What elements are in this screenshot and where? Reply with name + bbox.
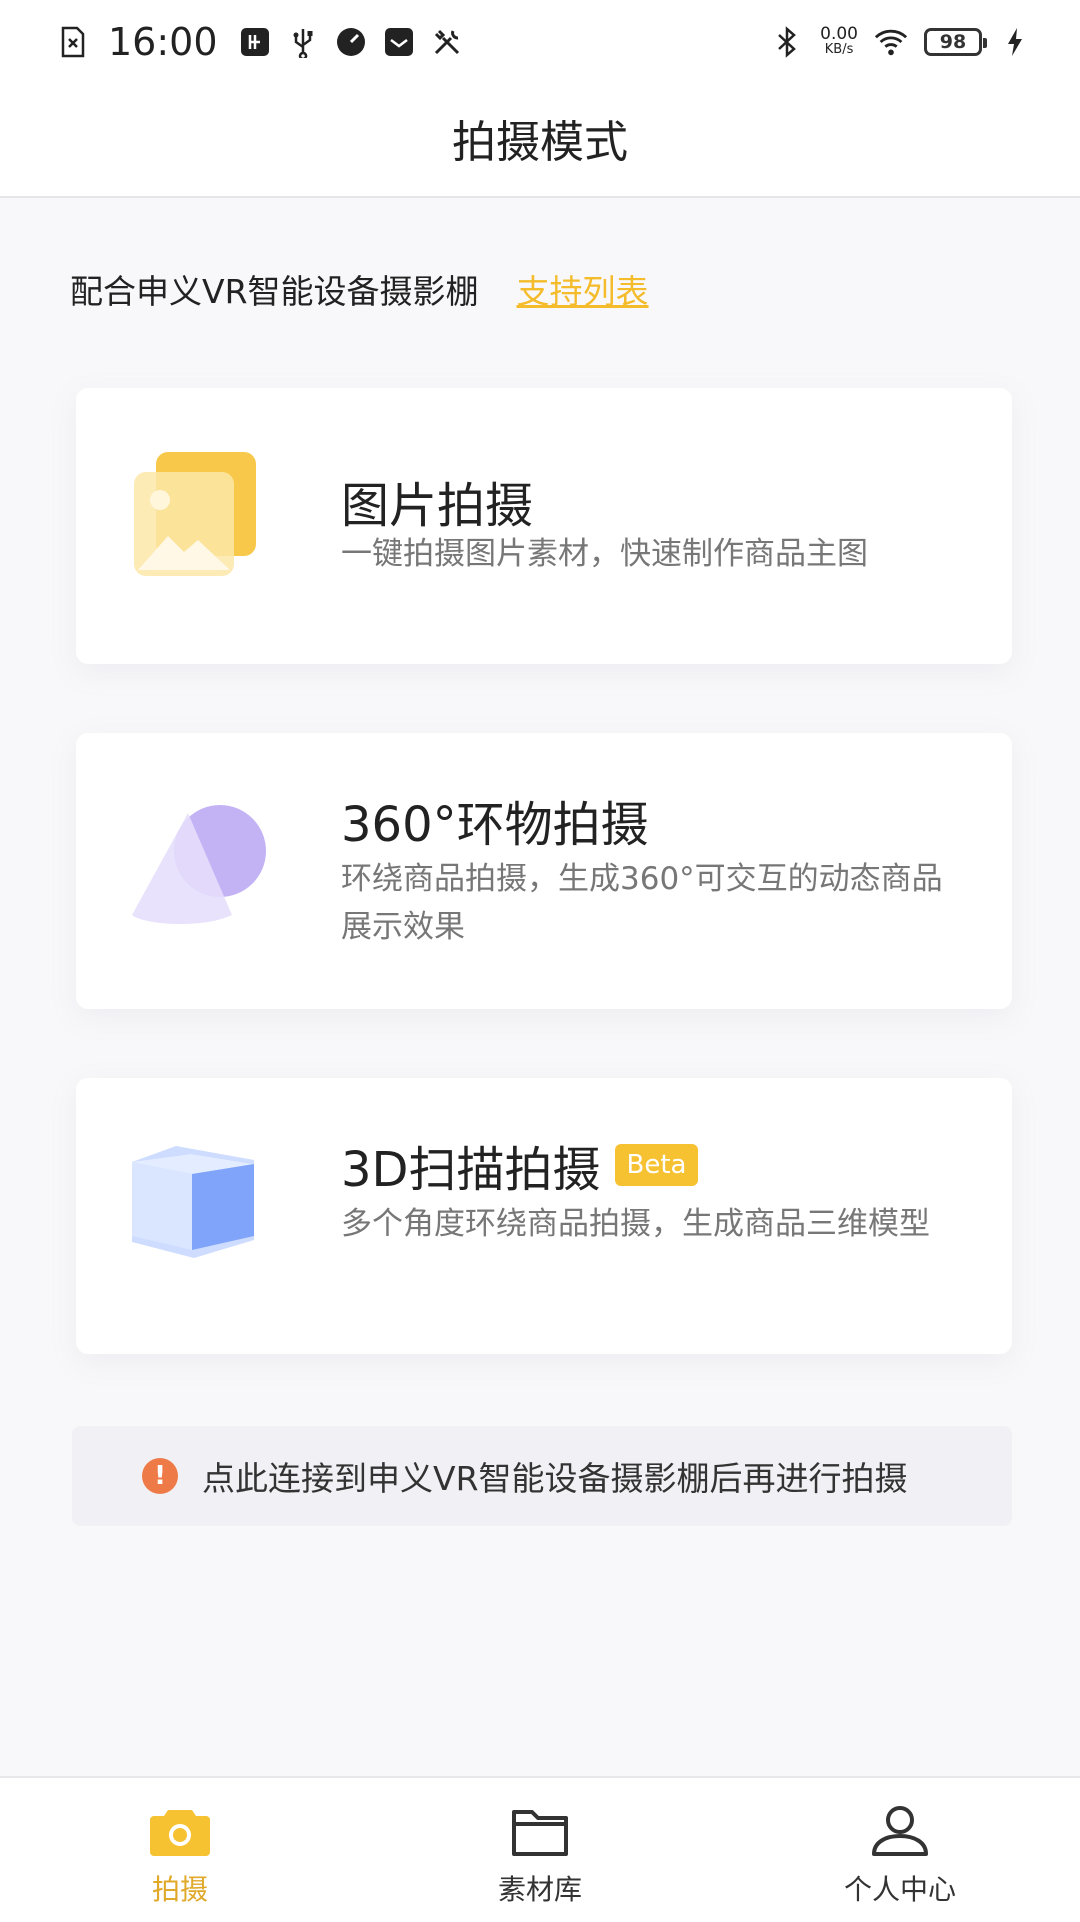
bluetooth-icon [770,25,804,59]
mode-title: 360°环物拍摄 [341,797,649,853]
tools-icon [430,25,464,59]
speed-gauge-icon [334,25,368,59]
network-speed-unit: KB/s [824,42,854,57]
object-360-icon [116,785,276,945]
support-list-link[interactable]: 支持列表 [517,265,649,313]
usb-debug-icon [238,25,272,59]
photo-mode-icon [116,438,276,598]
folder-icon [512,1810,568,1856]
status-left: 16:00 [56,14,464,70]
user-icon [872,1806,928,1856]
wifi-icon [874,25,908,59]
inbox-icon [382,25,416,59]
tab-profile-label: 个人中心 [843,1873,956,1906]
mode-card-360[interactable]: 360°环物拍摄 环绕商品拍摄，生成360°可交互的动态商品展示效果 [76,733,1012,1009]
status-bar: 16:00 0.00 KB/s 98 [0,0,1080,84]
sim-off-icon [56,25,90,59]
status-time: 16:00 [108,20,218,64]
notice-content: ! 点此连接到申义VR智能设备摄影棚后再进行拍摄 [142,1426,908,1526]
network-speed: 0.00 KB/s [820,24,858,58]
mode-desc: 环绕商品拍摄，生成360°可交互的动态商品展示效果 [341,861,943,945]
charging-icon [998,25,1032,59]
page-title: 拍摄模式 [452,117,628,168]
status-right: 0.00 KB/s 98 [770,14,1032,70]
bottom-nav: 拍摄 素材库 个人中心 [0,1776,1080,1922]
tab-shoot-label: 拍摄 [151,1873,208,1906]
mode-title: 图片拍摄 [341,478,534,534]
tab-library[interactable]: 素材库 [360,1778,720,1922]
cube-3d-icon [116,1124,276,1284]
usb-icon [286,25,320,59]
camera-icon [150,1810,210,1856]
warning-icon: ! [142,1458,178,1494]
connect-device-notice[interactable]: ! 点此连接到申义VR智能设备摄影棚后再进行拍摄 [72,1426,1012,1526]
battery-level: 98 [939,31,967,53]
beta-badge: Beta [614,1144,699,1186]
mode-desc: 多个角度环绕商品拍摄，生成商品三维模型 [341,1206,930,1242]
mode-desc: 一键拍摄图片素材，快速制作商品主图 [341,536,868,572]
mode-card-photo[interactable]: 图片拍摄 一键拍摄图片素材，快速制作商品主图 [76,388,1012,664]
tab-library-label: 素材库 [497,1873,582,1906]
battery-indicator: 98 [924,28,987,56]
mode-card-3d-scan[interactable]: 3D扫描拍摄 Beta 多个角度环绕商品拍摄，生成商品三维模型 [76,1078,1012,1354]
tab-profile[interactable]: 个人中心 [720,1778,1080,1922]
intro-row: 配合申义VR智能设备摄影棚 支持列表 [70,265,649,313]
app-header: 拍摄模式 [0,84,1080,198]
intro-text: 配合申义VR智能设备摄影棚 [70,272,479,311]
mode-title-row: 3D扫描拍摄 Beta [341,1130,699,1200]
mode-title: 3D扫描拍摄 [341,1142,601,1198]
notice-text: 点此连接到申义VR智能设备摄影棚后再进行拍摄 [202,1459,908,1498]
network-speed-value: 0.00 [820,24,858,44]
tab-shoot[interactable]: 拍摄 [0,1778,360,1922]
